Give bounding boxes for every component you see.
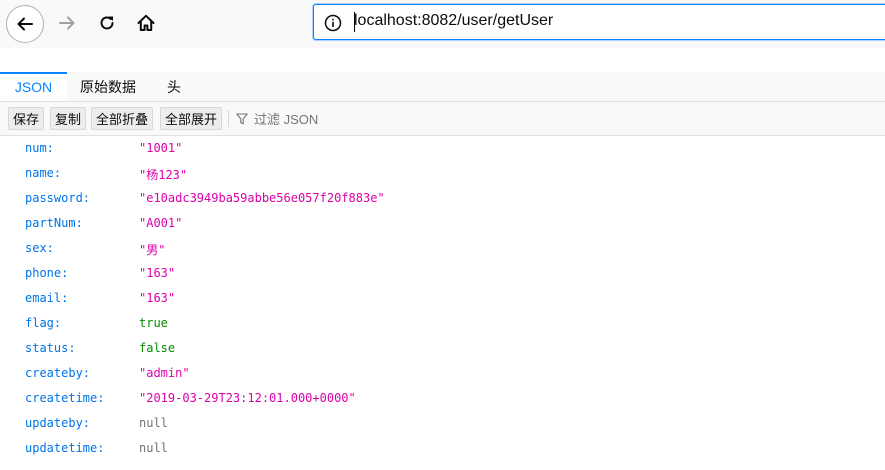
json-value: "e10adc3949ba59abbe56e057f20f883e" bbox=[139, 191, 385, 205]
json-key: phone: bbox=[25, 266, 69, 280]
json-row[interactable]: name: "杨123" bbox=[0, 161, 885, 186]
url-bar[interactable]: localhost:8082/user/getUser bbox=[313, 4, 885, 40]
copy-button[interactable]: 复制 bbox=[50, 107, 87, 130]
toolbar-divider bbox=[228, 110, 229, 127]
arrow-left-icon bbox=[17, 17, 33, 31]
filter-icon bbox=[236, 113, 248, 125]
url-text[interactable]: localhost:8082/user/getUser bbox=[354, 12, 553, 30]
json-row[interactable]: createby: "admin" bbox=[0, 361, 885, 386]
json-key: sex: bbox=[25, 241, 54, 255]
json-value: false bbox=[139, 341, 176, 355]
expand-all-button[interactable]: 全部展开 bbox=[160, 107, 223, 130]
viewer-toolbar: 保存 复制 全部折叠 全部展开 bbox=[0, 102, 885, 136]
json-value: "杨123" bbox=[139, 168, 188, 182]
json-value: true bbox=[139, 316, 168, 330]
json-row[interactable]: status: false bbox=[0, 336, 885, 361]
json-row[interactable]: email: "163" bbox=[0, 286, 885, 311]
json-key: password: bbox=[25, 191, 91, 205]
reload-button[interactable] bbox=[88, 4, 126, 42]
json-value: "1001" bbox=[139, 141, 183, 155]
json-value: "A001" bbox=[139, 216, 183, 230]
json-key: updateby: bbox=[25, 416, 91, 430]
json-value: "163" bbox=[139, 266, 176, 280]
collapse-all-button[interactable]: 全部折叠 bbox=[91, 107, 154, 130]
json-row[interactable]: updatetime: null bbox=[0, 436, 885, 461]
forward-button[interactable] bbox=[48, 4, 86, 42]
json-row[interactable]: num: "1001" bbox=[0, 136, 885, 161]
json-row[interactable]: updateby: null bbox=[0, 411, 885, 436]
json-row[interactable]: flag: true bbox=[0, 311, 885, 336]
json-row[interactable]: password: "e10adc3949ba59abbe56e057f20f8… bbox=[0, 186, 885, 211]
json-value: "男" bbox=[139, 243, 166, 257]
home-icon bbox=[137, 14, 155, 31]
json-row[interactable]: phone: "163" bbox=[0, 261, 885, 286]
json-key: updatetime: bbox=[25, 441, 105, 455]
json-key: email: bbox=[25, 291, 69, 305]
viewer-tab-bar: JSON 原始数据 头 bbox=[0, 72, 885, 102]
json-key: flag: bbox=[25, 316, 62, 330]
text-cursor bbox=[354, 12, 355, 32]
browser-toolbar: localhost:8082/user/getUser bbox=[0, 0, 885, 48]
json-value: "163" bbox=[139, 291, 176, 305]
back-button[interactable] bbox=[6, 5, 44, 43]
json-value: "2019-03-29T23:12:01.000+0000" bbox=[139, 391, 356, 405]
json-key: partNum: bbox=[25, 216, 83, 230]
arrow-right-icon bbox=[59, 16, 75, 30]
json-value: null bbox=[139, 441, 168, 455]
tab-headers[interactable]: 头 bbox=[154, 72, 194, 101]
info-icon[interactable] bbox=[323, 13, 343, 33]
home-button[interactable] bbox=[127, 4, 165, 42]
json-key: num: bbox=[25, 141, 54, 155]
json-tree: num: "1001" name: "杨123" password: "e10a… bbox=[0, 136, 885, 461]
json-value: "admin" bbox=[139, 366, 190, 380]
json-key: createtime: bbox=[25, 391, 105, 405]
json-row[interactable]: sex: "男" bbox=[0, 236, 885, 261]
reload-icon bbox=[100, 16, 114, 30]
json-key: createby: bbox=[25, 366, 91, 380]
tab-raw-data[interactable]: 原始数据 bbox=[67, 72, 149, 101]
json-key: status: bbox=[25, 341, 76, 355]
save-button[interactable]: 保存 bbox=[8, 107, 45, 130]
json-value: null bbox=[139, 416, 168, 430]
json-row[interactable]: createtime: "2019-03-29T23:12:01.000+000… bbox=[0, 386, 885, 411]
json-row[interactable]: partNum: "A001" bbox=[0, 211, 885, 236]
filter-json-input[interactable] bbox=[252, 109, 416, 131]
tab-json[interactable]: JSON bbox=[0, 72, 67, 101]
json-key: name: bbox=[25, 166, 62, 180]
